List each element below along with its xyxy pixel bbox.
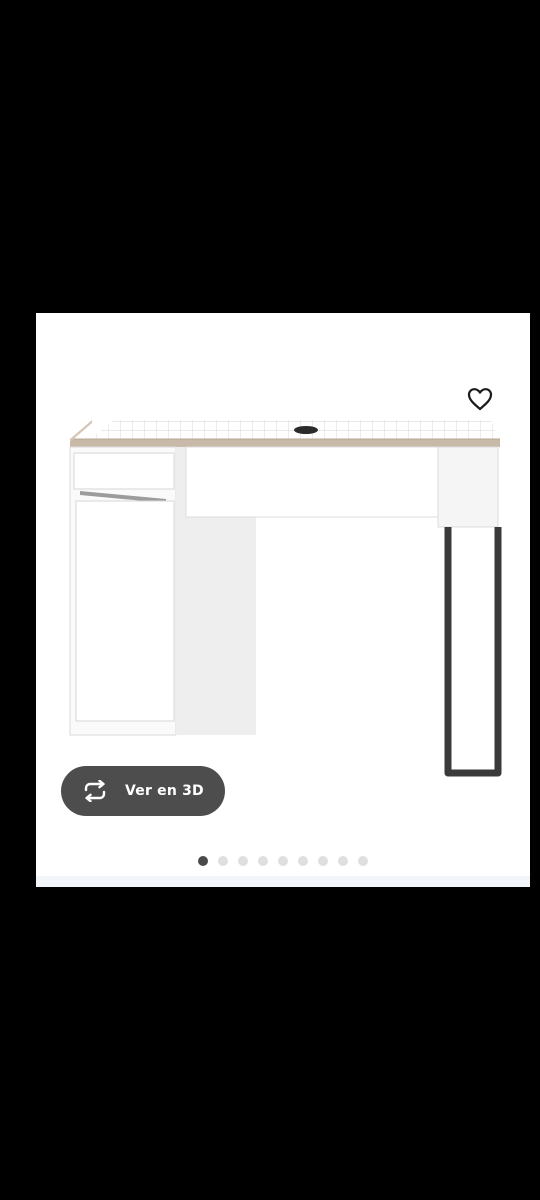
favorite-button[interactable]: [464, 383, 496, 415]
carousel-dot[interactable]: [218, 856, 228, 866]
heart-outline-icon: [467, 388, 493, 411]
carousel-dot[interactable]: [238, 856, 248, 866]
carousel-dot[interactable]: [358, 856, 368, 866]
carousel-dot[interactable]: [258, 856, 268, 866]
carousel-dot[interactable]: [338, 856, 348, 866]
screen: Ver en 3D: [0, 0, 540, 1200]
carousel-dot[interactable]: [298, 856, 308, 866]
card-bottom-divider: [36, 876, 530, 887]
view-3d-button[interactable]: Ver en 3D: [61, 766, 225, 816]
carousel-dot[interactable]: [318, 856, 328, 866]
carousel-dot[interactable]: [198, 856, 208, 866]
product-image-card: Ver en 3D: [36, 313, 530, 887]
view-3d-label: Ver en 3D: [125, 783, 204, 799]
carousel-pagination: [36, 855, 530, 867]
carousel-dot[interactable]: [278, 856, 288, 866]
rotate-arrows-icon: [81, 779, 111, 803]
